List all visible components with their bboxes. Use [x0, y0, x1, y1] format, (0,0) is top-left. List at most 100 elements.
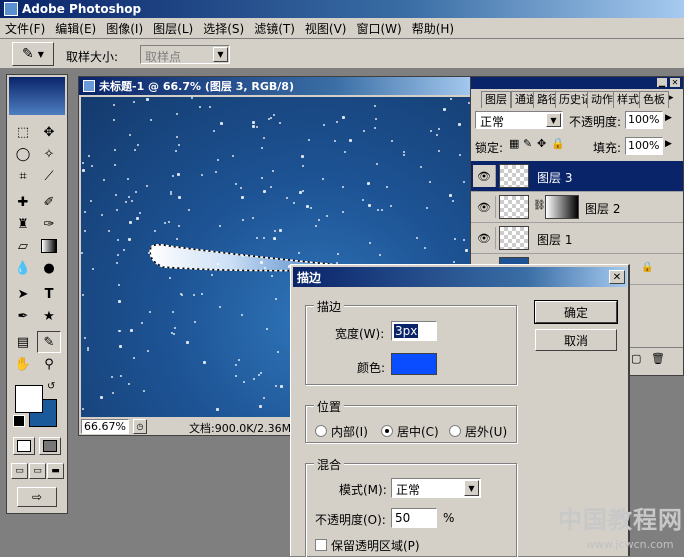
menu-item-filter[interactable]: 滤镜(T) — [249, 20, 300, 37]
dodge-tool-icon[interactable]: ● — [37, 257, 61, 279]
eye-icon[interactable]: 👁 — [473, 227, 496, 249]
screen-mode-full-menu-icon[interactable]: ▭ — [29, 463, 46, 479]
layer-opacity-input[interactable]: 100% — [625, 111, 663, 129]
screen-mode-full-icon[interactable]: ▬ — [47, 463, 64, 479]
star-dot — [300, 155, 304, 159]
lasso-tool-icon[interactable]: ◯ — [11, 143, 35, 165]
document-title-bar[interactable]: 未标题-1 @ 66.7% (图层 3, RGB/8) — [79, 77, 473, 95]
star-dot — [81, 251, 84, 254]
width-input[interactable]: 3px — [391, 321, 437, 341]
outside-radio[interactable] — [449, 425, 461, 437]
new-layer-icon[interactable]: ▢ — [631, 352, 641, 365]
layer-row[interactable]: 👁 ⛓ 图层 2 — [471, 192, 683, 223]
preserve-transparency-checkbox[interactable] — [315, 539, 327, 551]
eyedropper-tool-icon[interactable]: ✎ — [37, 331, 61, 353]
type-tool-icon[interactable]: T — [37, 283, 61, 305]
pen-tool-icon[interactable]: ✒ — [11, 305, 35, 327]
menu-item-file[interactable]: 文件(F) — [0, 20, 50, 37]
hand-tool-icon[interactable]: ✋ — [11, 353, 35, 375]
gradient-tool-icon[interactable] — [37, 235, 61, 257]
crop-tool-icon[interactable]: ⌗ — [11, 165, 35, 187]
star-dot — [132, 356, 135, 359]
layer-row[interactable]: 👁 图层 3 — [471, 161, 683, 192]
notes-tool-icon[interactable]: ▤ — [11, 331, 35, 353]
ok-button[interactable]: 确定 — [534, 300, 618, 324]
eye-icon[interactable]: 👁 — [473, 165, 496, 187]
zoom-tool-icon[interactable]: ⚲ — [37, 353, 61, 375]
mode-select[interactable]: 正常 ▼ — [391, 478, 481, 498]
eye-icon[interactable]: 👁 — [473, 196, 496, 218]
screen-mode-standard-icon[interactable]: ▭ — [11, 463, 28, 479]
panel-close-button[interactable]: ✕ — [670, 78, 680, 87]
lock-image-icon[interactable]: ✎ — [523, 137, 532, 150]
inside-radio[interactable] — [315, 425, 327, 437]
lock-all-icon[interactable]: 🔒 — [551, 137, 565, 150]
menu-item-image[interactable]: 图像(I) — [101, 20, 148, 37]
panel-menu-icon[interactable]: ▸ — [669, 93, 674, 103]
tab-layers[interactable]: 图层 — [481, 91, 511, 108]
status-menu-icon[interactable]: ◷ — [133, 419, 147, 434]
layer-row[interactable]: 👁 图层 1 — [471, 223, 683, 254]
menu-item-edit[interactable]: 编辑(E) — [50, 20, 101, 37]
opacity-slider-arrow-icon[interactable]: ▶ — [665, 113, 672, 123]
lock-position-icon[interactable]: ✥ — [537, 137, 546, 150]
star-dot — [127, 177, 130, 180]
menu-item-select[interactable]: 选择(S) — [198, 20, 249, 37]
menu-item-help[interactable]: 帮助(H) — [407, 20, 459, 37]
path-selection-tool-icon[interactable]: ➤ — [11, 283, 35, 305]
marquee-tool-icon[interactable]: ⬚ — [11, 121, 35, 143]
blend-mode-select[interactable]: 正常 ▼ — [475, 111, 563, 129]
stroke-color-swatch[interactable] — [391, 353, 437, 375]
chevron-down-icon: ▼ — [37, 49, 44, 59]
star-dot — [175, 149, 178, 152]
layer-opacity-value: 100% — [628, 113, 660, 126]
delete-layer-icon[interactable]: 🗑 — [651, 352, 665, 365]
opacity-input[interactable]: 50 — [391, 508, 437, 528]
preserve-transparency-label[interactable]: 保留透明区域(P) — [331, 537, 420, 554]
tool-preset-picker[interactable]: ✎ ▼ — [12, 42, 54, 66]
star-dot — [154, 230, 157, 233]
healing-brush-tool-icon[interactable]: ✚ — [11, 191, 35, 213]
blur-tool-icon[interactable]: 💧 — [11, 257, 35, 279]
slice-tool-icon[interactable]: ⟋ — [37, 165, 61, 187]
zoom-field[interactable]: 66.67% — [81, 419, 129, 434]
eraser-tool-icon[interactable]: ▱ — [11, 235, 35, 257]
star-dot — [127, 195, 130, 198]
center-radio[interactable] — [381, 425, 393, 437]
clone-stamp-tool-icon[interactable]: ♜ — [11, 213, 35, 235]
outside-label[interactable]: 居外(U) — [465, 423, 507, 440]
mode-label: 模式(M): — [339, 483, 387, 497]
default-colors-icon[interactable] — [13, 415, 25, 427]
inside-label[interactable]: 内部(I) — [331, 423, 368, 440]
menu-item-layer[interactable]: 图层(L) — [148, 20, 198, 37]
brush-tool-icon[interactable]: ✐ — [37, 191, 61, 213]
close-icon[interactable]: ✕ — [609, 270, 625, 284]
layer-mask-thumbnail[interactable] — [545, 195, 579, 219]
fill-slider-arrow-icon[interactable]: ▶ — [665, 139, 672, 149]
panel-minimize-button[interactable]: ▁ — [657, 78, 667, 87]
swap-colors-icon[interactable]: ↺ — [47, 381, 55, 392]
center-label[interactable]: 居中(C) — [397, 423, 439, 440]
star-dot — [462, 181, 465, 184]
sample-size-select[interactable]: 取样点 ▼ — [140, 45, 230, 64]
fill-input[interactable]: 100% — [625, 137, 663, 155]
width-value: 3px — [394, 324, 419, 338]
cancel-button[interactable]: 取消 — [535, 329, 617, 351]
standard-mode-icon[interactable] — [13, 437, 35, 455]
star-dot — [119, 344, 123, 348]
star-dot — [255, 125, 258, 128]
tab-swatches[interactable]: 色板 — [639, 91, 669, 108]
jump-to-imageready-icon[interactable]: ⇨ — [17, 487, 57, 507]
foreground-color-swatch[interactable] — [15, 385, 43, 413]
menu-item-window[interactable]: 窗口(W) — [351, 20, 406, 37]
dialog-title-bar[interactable]: 描边 ✕ — [293, 267, 627, 287]
quick-mask-mode-icon[interactable] — [39, 437, 61, 455]
move-tool-icon[interactable]: ✥ — [37, 121, 61, 143]
lock-transparency-icon[interactable]: ▦ — [509, 137, 519, 150]
magic-wand-tool-icon[interactable]: ✧ — [37, 143, 61, 165]
history-brush-tool-icon[interactable]: ✑ — [37, 213, 61, 235]
menu-item-view[interactable]: 视图(V) — [300, 20, 352, 37]
star-dot — [259, 372, 262, 375]
shape-tool-icon[interactable]: ★ — [37, 305, 61, 327]
star-dot — [219, 225, 222, 228]
